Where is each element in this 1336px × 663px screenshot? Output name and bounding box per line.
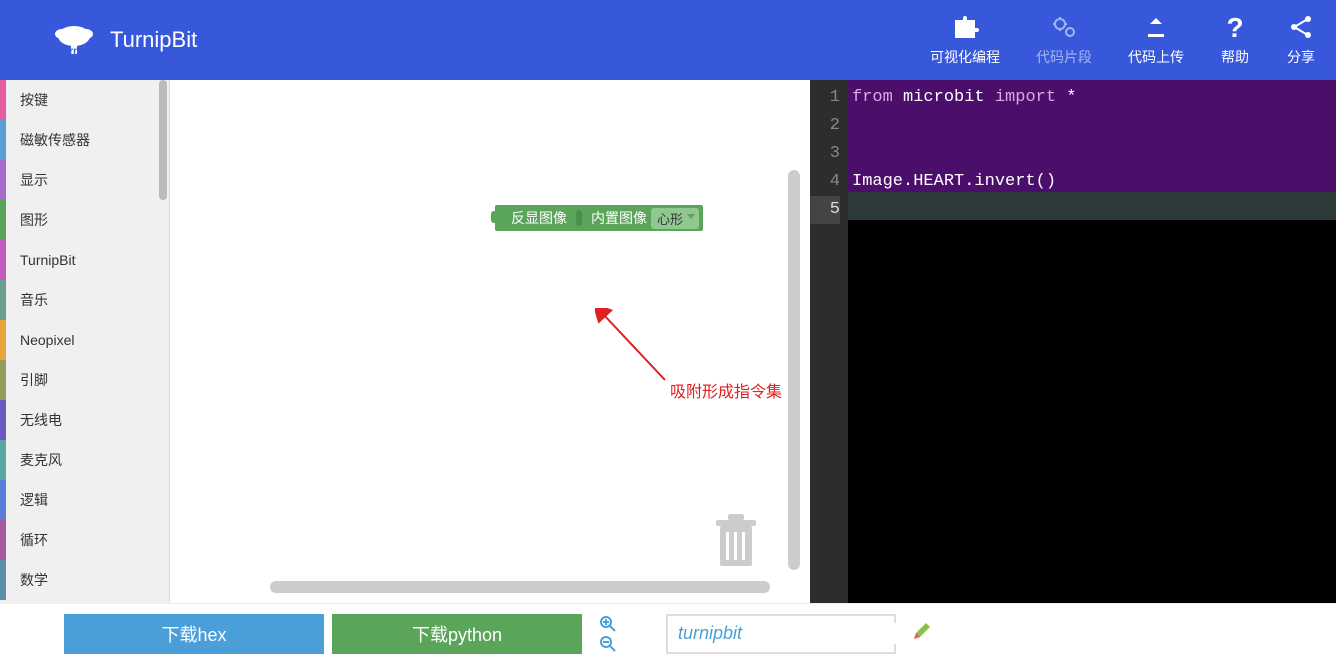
category-color-bar xyxy=(0,320,6,360)
filename-box xyxy=(666,614,896,654)
block-invert-image[interactable]: 反显图像 内置图像 心形 xyxy=(495,205,703,231)
code-area[interactable]: from microbit import * Image.HEART.invert… xyxy=(848,80,1336,603)
category-color-bar xyxy=(0,160,6,200)
logo-text: TurnipBit xyxy=(110,27,197,53)
code-line xyxy=(852,140,1336,168)
category-color-bar xyxy=(0,440,6,480)
nav-label: 可视化编程 xyxy=(930,47,1000,67)
sidebar-item-label: 按键 xyxy=(20,90,48,110)
main: 按键磁敏传感器显示图形 TurnipBit 音乐 Neopixel 引脚无线电麦克风逻辑… xyxy=(0,80,1336,603)
footer: 下载hex 下载python xyxy=(0,603,1336,663)
sidebar-item-label: Neopixel xyxy=(20,332,74,348)
annotation-text: 吸附形成指令集 xyxy=(670,378,782,402)
zoom-controls xyxy=(598,615,618,653)
download-python-button[interactable]: 下载python xyxy=(332,614,582,654)
sidebar-item-label: 循环 xyxy=(20,530,48,550)
code-line: Image.HEART.invert() xyxy=(852,168,1336,196)
sidebar-item[interactable]: 图形 xyxy=(0,200,169,240)
category-color-bar xyxy=(0,400,6,440)
sidebar-item-label: 引脚 xyxy=(20,370,48,390)
nav-label: 帮助 xyxy=(1221,47,1249,67)
nav-label: 代码片段 xyxy=(1036,47,1092,67)
sidebar-item[interactable]: TurnipBit xyxy=(0,240,169,280)
sidebar-item[interactable]: 数学 xyxy=(0,560,169,600)
sidebar-item-label: 无线电 xyxy=(20,410,62,430)
code-line xyxy=(852,112,1336,140)
sidebar-item[interactable]: 按键 xyxy=(0,80,169,120)
workspace-scrollbar-v[interactable] xyxy=(788,170,800,570)
puzzle-icon xyxy=(950,13,980,41)
sidebar-item-label: 显示 xyxy=(20,170,48,190)
code-line xyxy=(852,196,1336,224)
sidebar-item[interactable]: 磁敏传感器 xyxy=(0,120,169,160)
block-right-label: 内置图像 xyxy=(591,208,647,228)
nav-share[interactable]: 分享 xyxy=(1286,13,1316,67)
trash-icon[interactable] xyxy=(712,514,760,575)
sidebar-item[interactable]: Neopixel xyxy=(0,320,169,360)
category-color-bar xyxy=(0,560,6,600)
sidebar-item-label: TurnipBit xyxy=(20,252,76,268)
nav-label: 代码上传 xyxy=(1128,47,1184,67)
nav-menu: 可视化编程 代码片段 代码上传 ? 帮助 分享 xyxy=(930,13,1316,67)
logo-area: turnip TurnipBit xyxy=(50,20,197,60)
turnip-logo-icon: turnip xyxy=(50,20,98,60)
nav-help[interactable]: ? 帮助 xyxy=(1220,13,1250,67)
line-number: 5 xyxy=(810,196,840,224)
category-color-bar xyxy=(0,240,6,280)
code-line: from microbit import * xyxy=(852,84,1336,112)
sidebar: 按键磁敏传感器显示图形 TurnipBit 音乐 Neopixel 引脚无线电麦克风逻辑… xyxy=(0,80,170,603)
scrollbar[interactable] xyxy=(159,80,167,200)
line-number: 1 xyxy=(810,84,840,112)
zoom-out-icon[interactable] xyxy=(598,635,618,653)
line-number: 3 xyxy=(810,140,840,168)
svg-text:turnip: turnip xyxy=(60,46,88,57)
question-icon: ? xyxy=(1220,13,1250,41)
pencil-icon[interactable] xyxy=(912,621,932,646)
category-color-bar xyxy=(0,480,6,520)
gutter: 12345 xyxy=(810,80,848,603)
zoom-in-icon[interactable] xyxy=(598,615,618,633)
sidebar-item[interactable]: 显示 xyxy=(0,160,169,200)
category-color-bar xyxy=(0,120,6,160)
sidebar-item[interactable]: 循环 xyxy=(0,520,169,560)
sidebar-item[interactable]: 逻辑 xyxy=(0,480,169,520)
category-color-bar xyxy=(0,280,6,320)
download-hex-button[interactable]: 下载hex xyxy=(64,614,324,654)
category-color-bar xyxy=(0,80,6,120)
category-color-bar xyxy=(0,360,6,400)
line-number: 2 xyxy=(810,112,840,140)
nav-visual-programming[interactable]: 可视化编程 xyxy=(930,13,1000,67)
workspace-scrollbar-h[interactable] xyxy=(270,581,770,593)
line-number: 4 xyxy=(810,168,840,196)
block-left-label: 反显图像 xyxy=(511,208,567,228)
category-color-bar xyxy=(0,200,6,240)
svg-text:?: ? xyxy=(1226,13,1243,41)
sidebar-item-label: 数学 xyxy=(20,570,48,590)
sidebar-item-label: 音乐 xyxy=(20,290,48,310)
block-dropdown[interactable]: 心形 xyxy=(651,208,699,229)
share-icon xyxy=(1286,13,1316,41)
header: turnip TurnipBit 可视化编程 代码片段 代码上传 ? xyxy=(0,0,1336,80)
sidebar-item-label: 图形 xyxy=(20,210,48,230)
nav-code-snippet[interactable]: 代码片段 xyxy=(1036,13,1092,67)
upload-icon xyxy=(1141,13,1171,41)
gears-icon xyxy=(1049,13,1079,41)
workspace[interactable]: 反显图像 内置图像 心形 吸附形成指令集 xyxy=(170,80,810,603)
nav-label: 分享 xyxy=(1287,47,1315,67)
sidebar-item[interactable]: 麦克风 xyxy=(0,440,169,480)
nav-code-upload[interactable]: 代码上传 xyxy=(1128,13,1184,67)
filename-input[interactable] xyxy=(678,623,912,644)
sidebar-item-label: 麦克风 xyxy=(20,450,62,470)
sidebar-item-label: 磁敏传感器 xyxy=(20,130,90,150)
annotation-arrow-icon xyxy=(595,308,675,388)
sidebar-item[interactable]: 无线电 xyxy=(0,400,169,440)
code-editor[interactable]: 12345 from microbit import * Image.HEART.… xyxy=(810,80,1336,603)
sidebar-item[interactable]: 引脚 xyxy=(0,360,169,400)
sidebar-item[interactable]: 音乐 xyxy=(0,280,169,320)
category-color-bar xyxy=(0,520,6,560)
sidebar-item-label: 逻辑 xyxy=(20,490,48,510)
